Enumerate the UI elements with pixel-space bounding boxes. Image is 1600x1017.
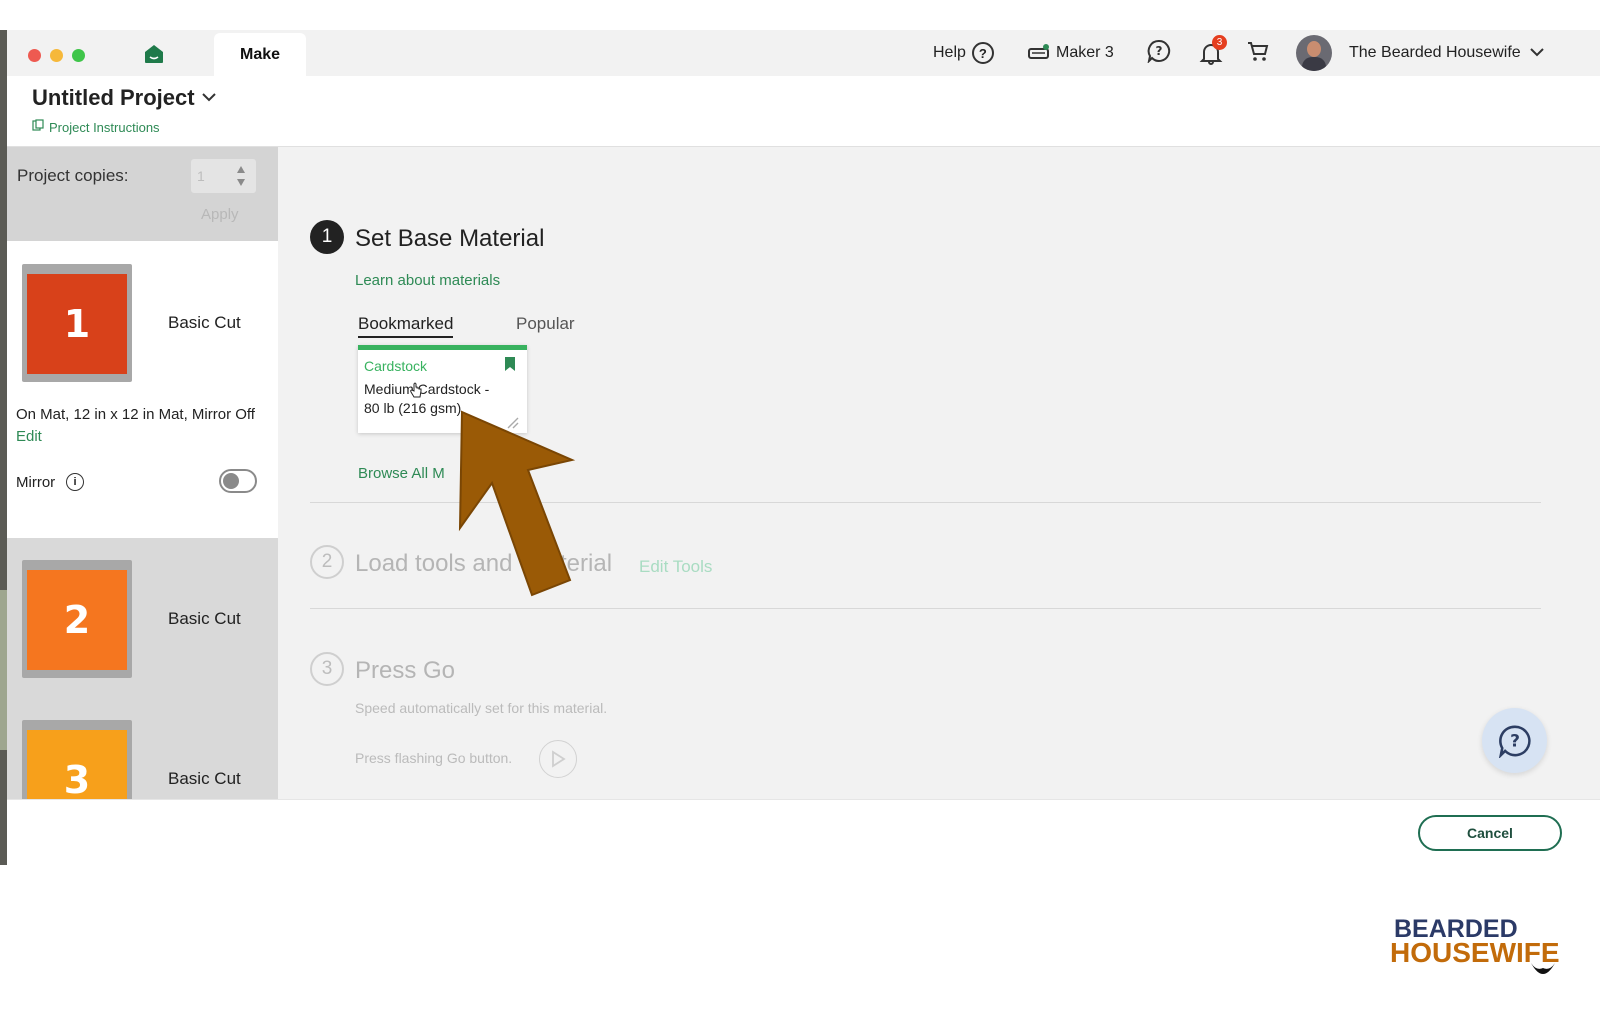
minimize-window-button[interactable] [50, 49, 63, 62]
chat-help-icon: ? [1147, 39, 1171, 68]
apply-button[interactable]: Apply [201, 206, 239, 223]
tab-make[interactable]: Make [214, 33, 306, 76]
mat-thumbnail-3[interactable]: 3 [22, 720, 132, 799]
press-go-text: Press flashing Go button. [355, 750, 513, 766]
app-root: Make Help ? Maker 3 ? 3 The Bearded Hous… [0, 0, 1600, 1017]
user-menu[interactable]: The Bearded Housewife [1296, 35, 1545, 71]
step-1-title: Set Base Material [355, 225, 545, 252]
cart-button[interactable] [1246, 41, 1270, 65]
mat-item-1[interactable]: 1 Basic Cut On Mat, 12 in x 12 in Mat, M… [7, 241, 278, 538]
learn-materials-link[interactable]: Learn about materials [355, 272, 500, 289]
stepper-arrows-icon[interactable] [235, 163, 247, 194]
support-button[interactable]: ? [1147, 39, 1171, 68]
mat-number-3: 3 [27, 730, 127, 799]
help-icon: ? [971, 42, 994, 64]
mat-thumbnail-1[interactable]: 1 [22, 264, 132, 382]
speed-info-text: Speed automatically set for this materia… [355, 700, 608, 716]
bell-icon: 3 [1199, 35, 1227, 65]
svg-text:?: ? [1510, 731, 1520, 751]
mat-info: On Mat, 12 in x 12 in Mat, Mirror Off [16, 406, 255, 423]
project-header: Untitled Project Project Instructions [7, 76, 1600, 147]
tab-bookmarked[interactable]: Bookmarked [358, 314, 454, 338]
close-window-button[interactable] [28, 49, 41, 62]
page-title: Untitled Project [32, 85, 195, 110]
title-bar: Make Help ? Maker 3 ? 3 The Bearded Hous… [7, 30, 1600, 76]
step-3-title: Press Go [355, 657, 456, 684]
window-edge [0, 30, 7, 865]
mat-thumbnail-2[interactable]: 2 [22, 560, 132, 678]
bearded-housewife-logo: BEARDED HOUSEWIFE [1390, 915, 1560, 985]
beard-icon [1528, 959, 1558, 986]
project-copies-panel: Project copies: 1 Apply [7, 147, 278, 241]
bookmark-icon[interactable] [504, 356, 516, 377]
document-icon [32, 118, 44, 136]
card-category: Cardstock [364, 358, 428, 374]
mat-label-1: Basic Cut [168, 313, 241, 332]
notifications-button[interactable]: 3 [1199, 35, 1227, 65]
home-icon[interactable] [143, 43, 165, 65]
mat-label-2: Basic Cut [168, 609, 241, 628]
edit-tools-link[interactable]: Edit Tools [639, 557, 712, 577]
mat-number-1: 1 [27, 274, 127, 374]
step-3-number: 3 [310, 652, 344, 686]
info-icon[interactable]: i [66, 473, 84, 491]
project-instructions-label: Project Instructions [49, 119, 160, 135]
help-label: Help [933, 44, 966, 61]
chevron-down-icon [1529, 44, 1545, 62]
avatar [1296, 35, 1332, 71]
tab-popular[interactable]: Popular [516, 314, 575, 334]
user-name: The Bearded Housewife [1349, 44, 1521, 61]
notification-badge: 3 [1212, 35, 1227, 50]
svg-text:?: ? [1156, 44, 1163, 58]
pointer-arrow-overlay [458, 410, 576, 597]
step-2-number: 2 [310, 545, 344, 579]
chevron-down-icon [201, 89, 217, 107]
chat-help-icon: ? [1498, 725, 1531, 758]
mat-label-3: Basic Cut [168, 769, 241, 788]
project-instructions-link[interactable]: Project Instructions [32, 118, 160, 136]
machine-selector[interactable]: Maker 3 [1028, 41, 1114, 65]
mat-number-2: 2 [27, 570, 127, 670]
project-copies-label: Project copies: [17, 166, 129, 185]
maximize-window-button[interactable] [72, 49, 85, 62]
project-copies-input[interactable]: 1 [191, 159, 256, 193]
mirror-label: Mirror [16, 474, 56, 491]
card-name-line1: Medium Cardstock - [364, 381, 490, 397]
cancel-button[interactable]: Cancel [1418, 815, 1562, 851]
machine-icon [1028, 44, 1050, 62]
cart-icon [1246, 39, 1270, 68]
copies-value: 1 [197, 168, 205, 184]
machine-label: Maker 3 [1056, 44, 1114, 61]
project-title-dropdown[interactable]: Untitled Project [32, 85, 217, 111]
help-button[interactable]: Help ? [933, 41, 994, 65]
footer-bar: Cancel [7, 799, 1600, 865]
step-divider-2 [310, 608, 1541, 609]
edit-mat-link[interactable]: Edit [16, 428, 42, 445]
mirror-toggle[interactable] [219, 469, 257, 493]
mat-sidebar: Project copies: 1 Apply 1 Basic Cut On M… [7, 147, 278, 799]
chat-help-button[interactable]: ? [1482, 708, 1547, 773]
go-button-icon [539, 740, 577, 778]
step-1-number: 1 [310, 220, 344, 254]
